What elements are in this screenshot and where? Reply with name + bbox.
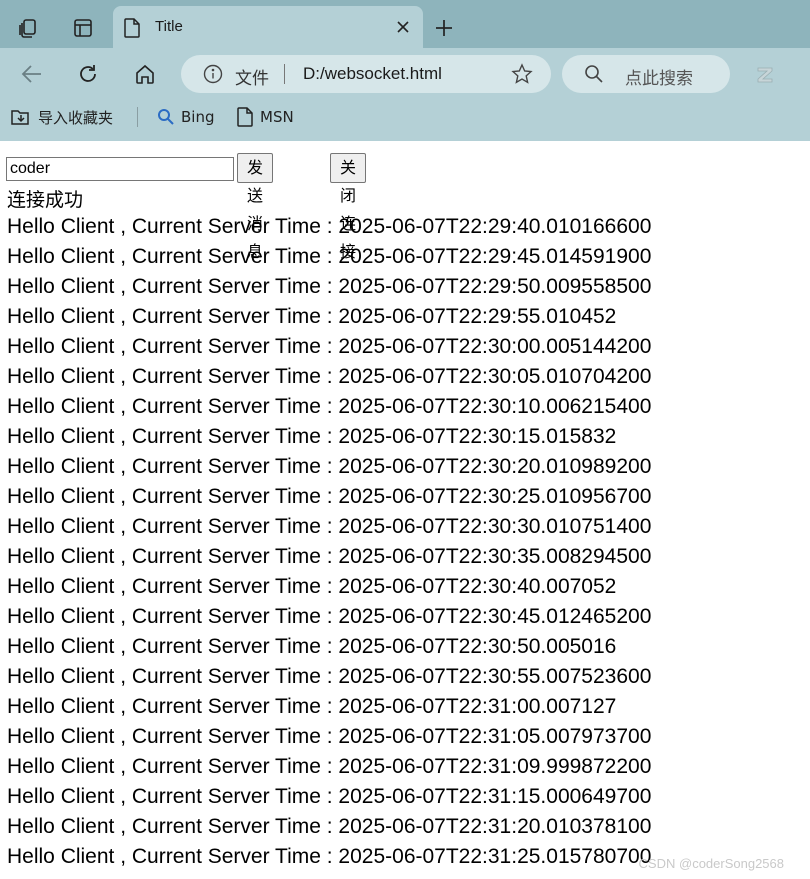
- favorite-import-label: 导入收藏夹: [38, 108, 114, 127]
- import-favorites-icon: [10, 107, 32, 127]
- message-line: Hello Client , Current Server Time : 202…: [7, 215, 652, 238]
- message-line: Hello Client , Current Server Time : 202…: [7, 335, 652, 358]
- message-log: Hello Client , Current Server Time : 202…: [7, 215, 651, 875]
- message-line: Hello Client , Current Server Time : 202…: [7, 605, 652, 628]
- tab-strip: Title: [0, 0, 810, 48]
- message-line: Hello Client , Current Server Time : 202…: [7, 815, 652, 838]
- tab-actions-icon: [74, 19, 92, 37]
- address-bar[interactable]: 文件 D:/websocket.html: [181, 55, 551, 93]
- address-separator: [284, 64, 285, 84]
- message-line: Hello Client , Current Server Time : 202…: [7, 305, 617, 328]
- message-line: Hello Client , Current Server Time : 202…: [7, 395, 652, 418]
- message-line: Hello Client , Current Server Time : 202…: [7, 275, 652, 298]
- new-tab-button[interactable]: [426, 10, 462, 46]
- home-icon: [136, 64, 154, 84]
- bing-search-icon: [157, 108, 175, 126]
- message-line: Hello Client , Current Server Time : 202…: [7, 365, 652, 388]
- message-line: Hello Client , Current Server Time : 202…: [7, 785, 652, 808]
- profile-button[interactable]: [750, 60, 780, 90]
- message-line: Hello Client , Current Server Time : 202…: [7, 455, 652, 478]
- tab-close-button[interactable]: [393, 17, 413, 37]
- info-icon[interactable]: [203, 64, 223, 84]
- workspaces-button[interactable]: [10, 10, 46, 46]
- watermark: CSDN @coderSong2568: [638, 856, 784, 871]
- send-message-button[interactable]: 发送消息: [237, 153, 274, 261]
- message-line: Hello Client , Current Server Time : 202…: [7, 635, 617, 658]
- tab-actions-button[interactable]: [65, 10, 101, 46]
- back-arrow-icon: [21, 65, 41, 83]
- search-icon: [585, 65, 603, 83]
- favorite-msn-label: MSN: [260, 108, 294, 126]
- refresh-icon: [80, 65, 96, 82]
- message-line: Hello Client , Current Server Time : 202…: [7, 515, 652, 538]
- favorite-bing[interactable]: Bing: [157, 104, 215, 130]
- connection-status: 连接成功: [7, 189, 84, 211]
- favorites-separator: [137, 107, 138, 127]
- search-placeholder: 点此搜索: [625, 69, 693, 89]
- message-line: Hello Client , Current Server Time : 202…: [7, 245, 652, 268]
- favorite-star-icon[interactable]: [511, 63, 533, 85]
- address-scheme-label: 文件: [235, 69, 269, 89]
- workspaces-icon: [19, 19, 36, 38]
- message-line: Hello Client , Current Server Time : 202…: [7, 665, 652, 688]
- back-button[interactable]: [14, 56, 50, 92]
- message-line: Hello Client , Current Server Time : 202…: [7, 695, 617, 718]
- page-icon: [236, 107, 254, 127]
- message-line: Hello Client , Current Server Time : 202…: [7, 425, 617, 448]
- home-button[interactable]: [127, 56, 163, 92]
- message-line: Hello Client , Current Server Time : 202…: [7, 575, 617, 598]
- message-line: Hello Client , Current Server Time : 202…: [7, 845, 652, 868]
- browser-chrome: Title 文件 D:/websocket.html 点此搜索 导入收藏夹 Bi…: [0, 0, 810, 141]
- close-icon: [397, 21, 409, 33]
- search-box[interactable]: 点此搜索: [562, 55, 730, 93]
- message-line: Hello Client , Current Server Time : 202…: [7, 755, 652, 778]
- profile-z-icon: [757, 67, 773, 83]
- address-url[interactable]: D:/websocket.html: [303, 64, 442, 84]
- favorite-bing-label: Bing: [181, 108, 215, 126]
- plus-icon: [436, 20, 452, 36]
- tab-active[interactable]: Title: [113, 6, 423, 48]
- refresh-button[interactable]: [70, 56, 106, 92]
- tab-title: Title: [155, 18, 183, 35]
- message-line: Hello Client , Current Server Time : 202…: [7, 725, 652, 748]
- close-connection-button[interactable]: 关闭连接: [330, 153, 367, 261]
- message-line: Hello Client , Current Server Time : 202…: [7, 485, 652, 508]
- favorite-msn[interactable]: MSN: [236, 104, 294, 130]
- page-icon: [124, 18, 140, 38]
- favorite-import[interactable]: 导入收藏夹: [10, 104, 113, 130]
- message-line: Hello Client , Current Server Time : 202…: [7, 545, 652, 568]
- message-input[interactable]: [6, 157, 234, 181]
